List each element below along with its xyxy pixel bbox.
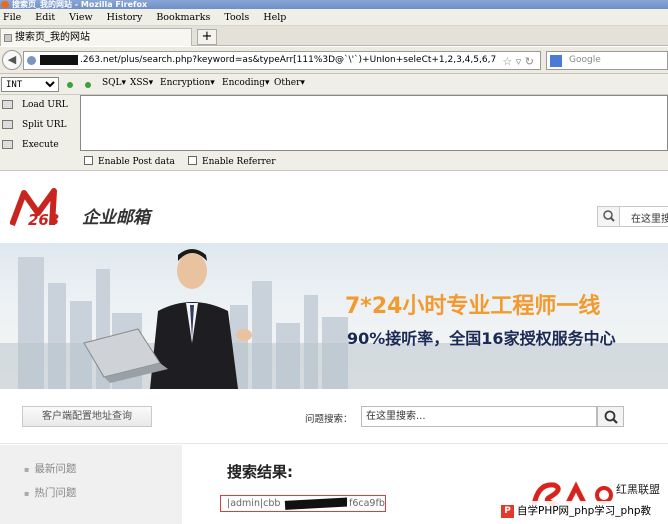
web-search-box[interactable]: Google [546, 51, 668, 70]
execute-icon [2, 140, 13, 149]
url-bar[interactable]: .263.net/plus/search.php?keyword=as&type… [23, 51, 541, 70]
firefox-icon [1, 1, 9, 8]
hackbar-toolbar: INT SQL▾ XSS▾ Encryption▾ Encoding▾ Othe… [0, 74, 668, 95]
navigation-bar: ◀ .263.net/plus/search.php?keyword=as&ty… [0, 47, 668, 74]
bookmark-star-icon[interactable]: ☆ [502, 55, 512, 68]
site-identity-icon [27, 56, 36, 65]
google-icon [550, 55, 562, 67]
checkbox-box[interactable] [84, 156, 93, 165]
sidebar-item-latest[interactable]: 最新问题 [24, 461, 76, 476]
question-search-row: 客户端配置地址查询 问题搜索： 在这里搜索... [0, 389, 668, 444]
tab-strip: 搜索页_我的网站 + [0, 26, 668, 46]
menu-edit[interactable]: Edit [35, 12, 55, 23]
redacted-domain [40, 54, 78, 65]
tab-label: 搜索页_我的网站 [15, 32, 90, 43]
dropdown-arrow-icon[interactable]: ▿ [516, 55, 522, 68]
menu-bar: File Edit View History Bookmarks Tools H… [0, 9, 668, 26]
tab-search-page[interactable]: 搜索页_我的网站 [0, 28, 192, 46]
result-prefix: |admin|cbb [227, 498, 281, 509]
execute-button[interactable]: Execute [0, 136, 78, 154]
web-page: 263 企业邮箱 在这里搜 7*24小时专业工程师一线 90%接听率，全国16家… [0, 171, 668, 524]
question-search-input[interactable]: 在这里搜索... [361, 406, 597, 427]
client-config-lookup-button[interactable]: 客户端配置地址查询 [22, 406, 152, 427]
hackbar-menu-sql[interactable]: SQL▾ [102, 78, 126, 88]
search-engine-label: Google [569, 55, 601, 65]
enable-post-data-label: Enable Post data [98, 157, 175, 167]
263-mail-logo[interactable]: 263 企业邮箱 [10, 185, 180, 229]
window-title-bar: 搜索页_我的网站 - Mozilla Firefox [0, 0, 668, 9]
reload-icon[interactable]: ↻ [525, 55, 534, 68]
enable-referrer-checkbox[interactable]: Enable Referrer [188, 156, 276, 168]
hackbar-url-textarea[interactable] [80, 95, 668, 151]
promo-banner[interactable]: 7*24小时专业工程师一线 90%接听率，全国16家授权服务中心 [0, 243, 668, 389]
watermark-text: 自学PHP网_php学习_php教 [517, 505, 652, 517]
new-tab-button[interactable]: + [197, 29, 217, 45]
url-path: /plus/search.php?keyword=as&typeArr[111%… [117, 55, 497, 65]
menu-file[interactable]: File [3, 12, 21, 23]
question-search-button[interactable] [597, 406, 624, 427]
header-search-placeholder: 在这里搜 [631, 214, 668, 225]
search-icon[interactable] [598, 207, 620, 226]
hackbar-menu-xss[interactable]: XSS▾ [130, 78, 153, 88]
menu-view[interactable]: View [69, 12, 93, 23]
search-icon [604, 410, 618, 424]
page-favicon-icon [4, 34, 12, 42]
search-result-item[interactable]: |admin|cbb f6ca9fb [220, 495, 386, 512]
split-url-icon [2, 120, 13, 129]
green-dot-icon[interactable] [85, 82, 91, 88]
banner-headline: 7*24小时专业工程师一线 [345, 294, 601, 319]
back-arrow-icon: ◀ [7, 53, 17, 66]
header-search[interactable]: 在这里搜 [597, 206, 668, 227]
menu-help[interactable]: Help [263, 12, 286, 23]
question-search-label: 问题搜索： [305, 414, 353, 425]
watermark-brand: 红黑联盟 [616, 483, 660, 496]
url-host: .263.net [80, 55, 118, 65]
hackbar-menu-encryption[interactable]: Encryption▾ [160, 78, 215, 88]
green-dot-icon[interactable] [67, 82, 73, 88]
load-url-button[interactable]: Load URL [0, 96, 78, 114]
window-title: 搜索页_我的网站 - Mozilla Firefox [12, 0, 148, 9]
hackbar-menu-encoding[interactable]: Encoding▾ [222, 78, 270, 88]
enable-post-data-checkbox[interactable]: Enable Post data [84, 156, 175, 168]
result-suffix: f6ca9fb [347, 496, 385, 511]
enable-referrer-label: Enable Referrer [202, 157, 276, 167]
logo-text: 企业邮箱 [82, 208, 153, 228]
load-url-label: Load URL [22, 100, 68, 110]
execute-label: Execute [22, 140, 59, 150]
redacted-hash [284, 497, 356, 510]
checkbox-box[interactable] [188, 156, 197, 165]
watermark-banner: P 自学PHP网_php学习_php教 [500, 501, 668, 524]
menu-tools[interactable]: Tools [224, 12, 249, 23]
hackbar-menu-other[interactable]: Other▾ [274, 78, 305, 88]
sidebar-item-popular[interactable]: 热门问题 [24, 485, 76, 500]
url-bar-icons: ☆ ▿ ↻ [502, 53, 534, 69]
php-logo-icon: P [501, 505, 514, 518]
hackbar-type-select[interactable]: INT [1, 77, 59, 92]
load-url-icon [2, 100, 13, 109]
banner-subline: 90%接听率，全国16家授权服务中心 [347, 329, 616, 348]
sidebar: 最新问题 热门问题 [0, 445, 182, 524]
menu-bookmarks[interactable]: Bookmarks [156, 12, 210, 23]
menu-history[interactable]: History [107, 12, 143, 23]
logo-number: 263 [28, 211, 59, 229]
search-results-title: 搜索结果: [227, 463, 293, 481]
split-url-button[interactable]: Split URL [0, 116, 78, 134]
back-button[interactable]: ◀ [2, 50, 22, 70]
hackbar-panel: Load URL Split URL Execute Enable Post d… [0, 95, 668, 171]
split-url-label: Split URL [22, 120, 67, 130]
